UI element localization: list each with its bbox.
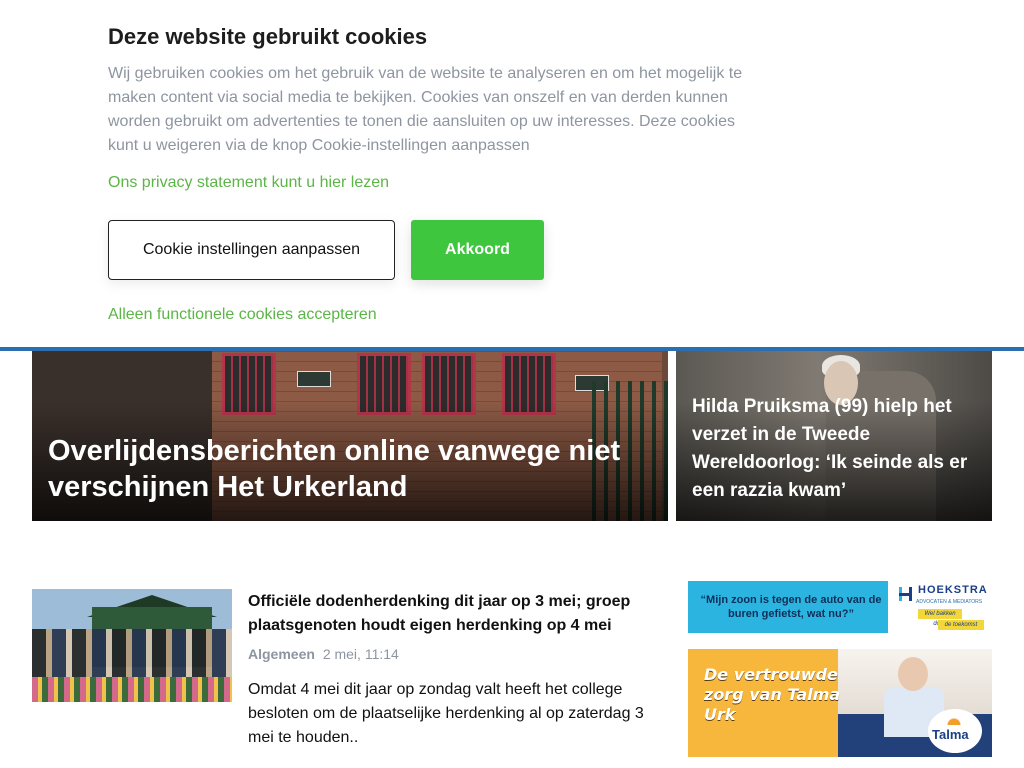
article-thumbnail[interactable] (32, 589, 232, 702)
featured-article-side[interactable]: Hilda Pruiksma (99) hielp het verzet in … (676, 351, 992, 521)
ad-hoekstra-quote: “Mijn zoon is tegen de auto van de buren… (700, 594, 882, 620)
featured-title-side[interactable]: Hilda Pruiksma (99) hielp het verzet in … (692, 393, 982, 505)
ad-hoekstra-brand: HOEKSTRA (918, 584, 988, 596)
ad-hoekstra[interactable]: “Mijn zoon is tegen de auto van de buren… (688, 581, 992, 633)
cookie-banner: Deze website gebruikt cookies Wij gebrui… (0, 0, 1024, 348)
accept-cookies-button[interactable]: Akkoord (411, 220, 544, 280)
ad-hoekstra-tag1: Wel bakken doen (918, 609, 962, 627)
article-date: 2 mei, 11:14 (322, 646, 399, 662)
privacy-statement-link[interactable]: Ons privacy statement kunt u hier lezen (108, 174, 389, 192)
sun-icon (944, 713, 964, 725)
ad-talma-slogan: De vertrouwde zorg van Talma Urk (704, 665, 841, 724)
cookie-title: Deze website gebruikt cookies (108, 24, 428, 49)
ad-talma-logo-text: Talma (932, 727, 969, 742)
article-meta: Algemeen 2 mei, 11:14 (248, 646, 399, 662)
cookie-description: Wij gebruiken cookies om het gebruik van… (108, 65, 743, 154)
featured-title-main[interactable]: Overlijdensberichten online vanwege niet… (48, 433, 648, 505)
featured-article-main[interactable]: Overlijdensberichten online vanwege niet… (32, 351, 668, 521)
ad-hoekstra-sub: ADVOCATEN & MEDIATORS (916, 599, 983, 605)
cookie-settings-button[interactable]: Cookie instellingen aanpassen (108, 220, 395, 280)
ad-hoekstra-tag2: de toekomst (938, 620, 984, 630)
cookie-banner-border (0, 347, 1024, 351)
article-excerpt: Omdat 4 mei dit jaar op zondag valt heef… (248, 681, 644, 746)
article-title[interactable]: Officiële dodenherdenking dit jaar op 3 … (248, 590, 668, 638)
article-category[interactable]: Algemeen (248, 646, 315, 662)
functional-cookies-link[interactable]: Alleen functionele cookies accepteren (108, 306, 377, 324)
hoekstra-logo-icon (899, 587, 912, 601)
ad-talma[interactable]: De vertrouwde zorg van Talma Urk Talma (688, 649, 992, 757)
